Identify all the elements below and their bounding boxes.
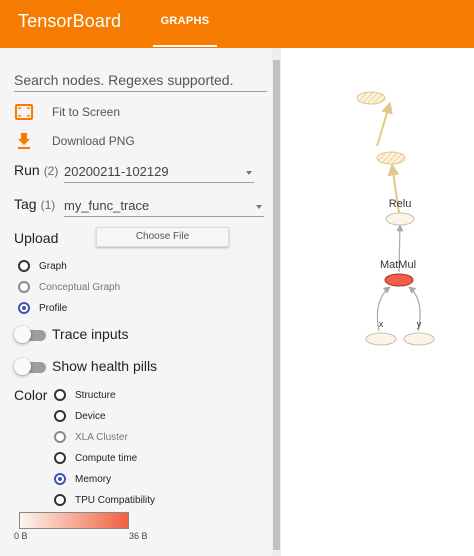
radio-conceptual-graph-label: Conceptual Graph: [39, 281, 121, 293]
upload-label: Upload: [14, 230, 59, 246]
radio-color-device[interactable]: Device: [54, 410, 106, 422]
memory-legend-min: 0 B: [14, 531, 28, 541]
fit-to-screen-button[interactable]: Fit to Screen: [14, 101, 120, 123]
run-label: Run: [14, 162, 40, 178]
health-pills-label: Show health pills: [52, 358, 158, 374]
radio-profile-label: Profile: [39, 302, 68, 314]
graph-canvas[interactable]: Relu MatMul x y: [281, 48, 474, 556]
radio-button[interactable]: [54, 494, 66, 506]
health-pills-toggle[interactable]: [14, 358, 46, 375]
radio-profile[interactable]: Profile: [18, 302, 67, 314]
run-label-group: Run (2): [14, 162, 58, 178]
radio-button[interactable]: [54, 452, 66, 464]
chevron-down-icon: [256, 205, 262, 209]
graph-node-op[interactable]: [356, 91, 386, 105]
tag-count: (1): [40, 198, 56, 212]
app-title: TensorBoard: [18, 11, 122, 31]
toggle-knob[interactable]: [14, 326, 31, 343]
radio-compute-time-label: Compute time: [75, 452, 138, 464]
graph-node-matmul[interactable]: [384, 273, 414, 287]
sidebar-scrollbar-thumb[interactable]: [273, 60, 280, 550]
memory-legend-gradient: [19, 512, 129, 529]
tag-select[interactable]: my_func_trace: [64, 195, 264, 217]
toggle-knob[interactable]: [14, 358, 31, 375]
radio-color-memory[interactable]: Memory: [54, 473, 111, 485]
radio-xla-cluster-label: XLA Cluster: [75, 431, 128, 443]
fit-screen-icon: [14, 102, 34, 122]
download-png-label: Download PNG: [52, 134, 135, 148]
active-tab-indicator: [153, 45, 217, 47]
graph-node-x[interactable]: [365, 332, 397, 346]
tag-label: Tag: [14, 196, 37, 212]
radio-device-label: Device: [75, 410, 106, 422]
radio-color-compute-time[interactable]: Compute time: [54, 452, 137, 464]
tag-select-value: my_func_trace: [64, 198, 150, 213]
node-x-label: x: [379, 319, 384, 329]
graph-node-op[interactable]: [376, 151, 406, 165]
node-matmul-label: MatMul: [380, 259, 416, 271]
graph-node-relu[interactable]: [385, 212, 415, 226]
run-count: (2): [43, 164, 59, 178]
fit-to-screen-label: Fit to Screen: [52, 105, 121, 119]
trace-inputs-label: Trace inputs: [52, 326, 129, 342]
radio-conceptual-graph[interactable]: Conceptual Graph: [18, 281, 120, 293]
node-y-label: y: [417, 319, 422, 329]
radio-button[interactable]: [54, 410, 66, 422]
graph-svg[interactable]: Relu MatMul x y: [281, 48, 474, 556]
download-icon: [14, 131, 34, 151]
run-select[interactable]: 20200211-102129: [64, 161, 254, 183]
graph-edge: [376, 101, 393, 147]
node-relu-label: Relu: [389, 198, 412, 210]
radio-graph-label: Graph: [39, 260, 67, 272]
radio-button[interactable]: [54, 431, 66, 443]
radio-button-checked[interactable]: [54, 473, 66, 485]
color-label: Color: [14, 387, 48, 403]
radio-tpu-compatibility-label: TPU Compatibility: [75, 494, 156, 506]
radio-color-tpu-compatibility[interactable]: TPU Compatibility: [54, 494, 155, 506]
graph-node-y[interactable]: [403, 332, 435, 346]
tab-graphs[interactable]: GRAPHS: [153, 0, 217, 48]
radio-structure-label: Structure: [75, 389, 116, 401]
search-nodes-input[interactable]: [14, 68, 267, 92]
download-png-button[interactable]: Download PNG: [14, 130, 135, 152]
trace-inputs-toggle[interactable]: [14, 326, 46, 343]
memory-legend-max: 36 B: [129, 531, 148, 541]
run-select-value: 20200211-102129: [64, 164, 169, 179]
app-header: TensorBoard GRAPHS: [0, 0, 474, 48]
radio-memory-label: Memory: [75, 473, 112, 485]
radio-button[interactable]: [18, 281, 30, 293]
radio-button-checked[interactable]: [18, 302, 30, 314]
radio-button[interactable]: [18, 260, 30, 272]
choose-file-button[interactable]: Choose File: [96, 227, 229, 247]
radio-color-structure[interactable]: Structure: [54, 389, 116, 401]
radio-color-xla-cluster[interactable]: XLA Cluster: [54, 431, 128, 443]
radio-button[interactable]: [54, 389, 66, 401]
tag-label-group: Tag (1): [14, 196, 55, 212]
radio-graph[interactable]: Graph: [18, 260, 67, 272]
chevron-down-icon: [246, 171, 252, 175]
